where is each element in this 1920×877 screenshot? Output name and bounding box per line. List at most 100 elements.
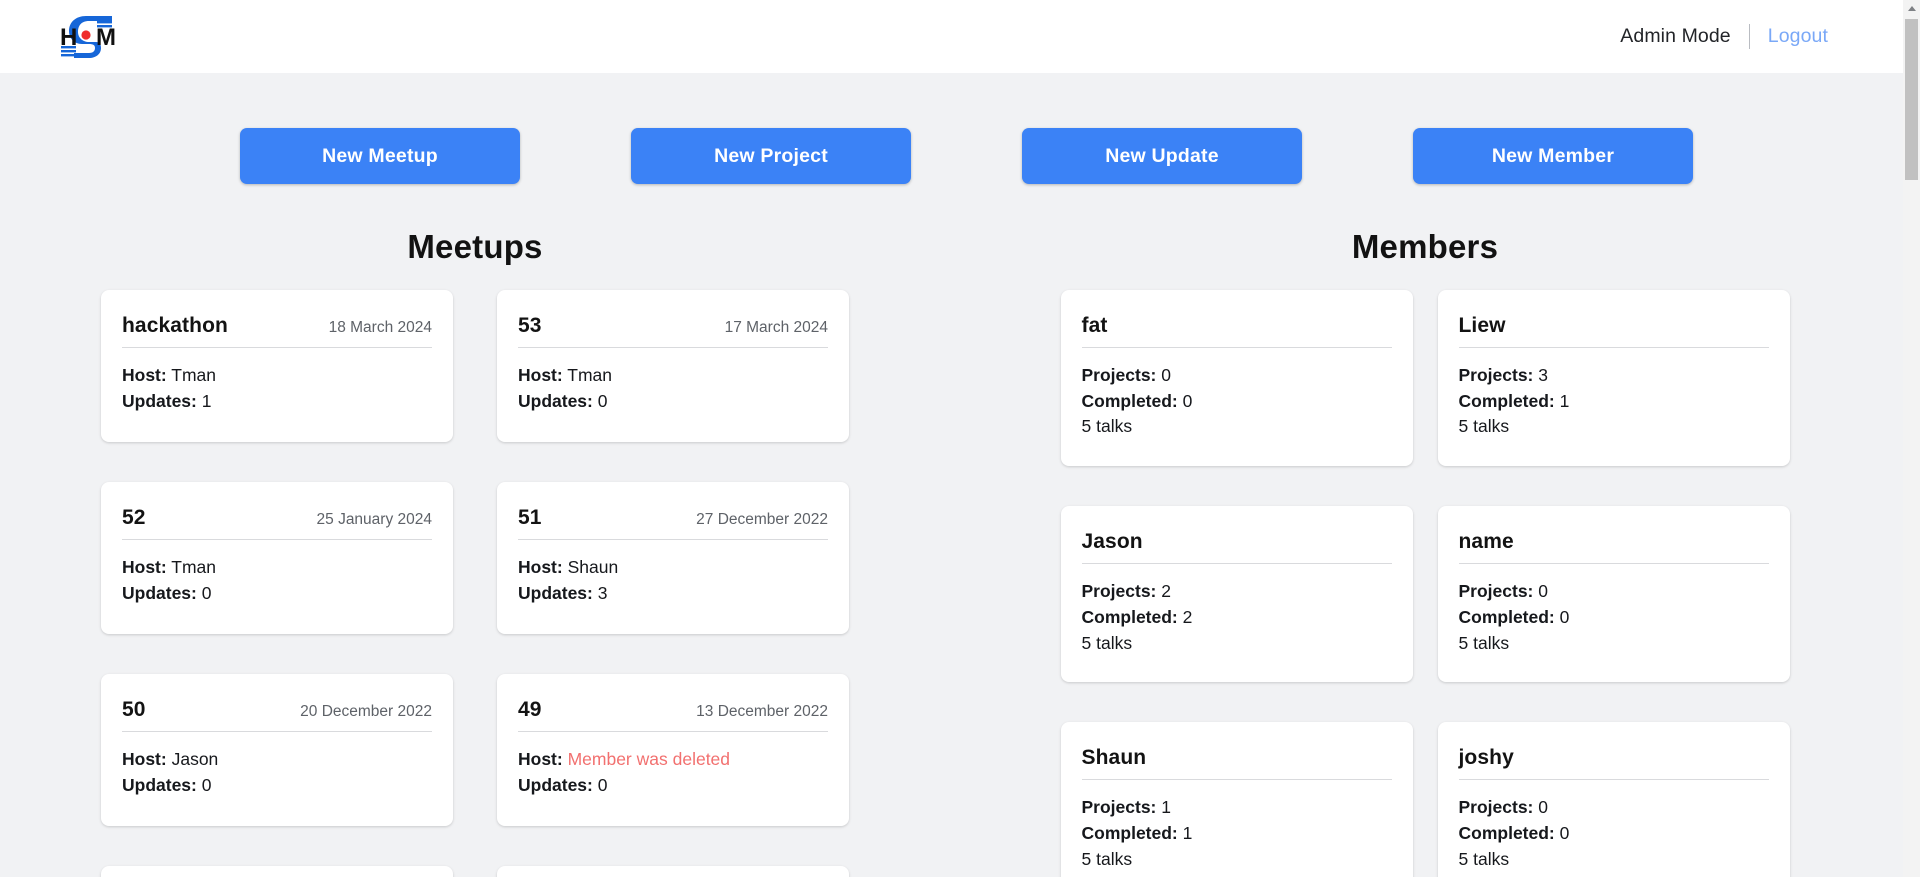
updates-value: 0 <box>592 774 608 795</box>
member-projects-line: Projects: 3 <box>1459 363 1769 389</box>
member-card-name: name <box>1458 530 1514 554</box>
meetup-host-line: Host: Member was deleted <box>518 747 828 773</box>
meetup-card[interactable]: 4729 November 2022 <box>497 866 849 877</box>
meetup-updates-line: Updates: 3 <box>518 581 828 607</box>
host-value: Tman <box>166 365 216 385</box>
projects-label: Projects: <box>1081 797 1157 818</box>
meetup-card-title: 49 <box>518 698 542 721</box>
member-card-body: Projects: 0 Completed: 05 talks <box>1459 564 1769 656</box>
logout-link[interactable]: Logout <box>1750 25 1828 48</box>
updates-value: 0 <box>592 390 608 411</box>
host-label: Host: <box>122 365 167 385</box>
updates-label: Updates: <box>122 390 197 411</box>
meetup-card-body: Host: Tman Updates: 0 <box>518 348 828 414</box>
action-button-row: New Meetup New Project New Update New Me… <box>0 128 1900 184</box>
member-card-header: Jason <box>1081 530 1392 565</box>
svg-text:M: M <box>96 24 116 51</box>
host-value: Shaun <box>562 557 619 577</box>
projects-value: 2 <box>1156 581 1171 602</box>
member-card-body: Projects: 1 Completed: 15 talks <box>1082 780 1392 872</box>
app-logo[interactable]: H M <box>56 11 118 63</box>
host-deleted-value: Member was deleted <box>562 749 731 769</box>
host-label: Host: <box>518 749 563 769</box>
member-card[interactable]: Jason Projects: 2 Completed: 25 talks <box>1060 506 1413 683</box>
projects-value: 0 <box>1533 797 1548 818</box>
meetup-card[interactable]: 53 17 March 2024 Host: Tman Updates: 0 <box>497 290 849 442</box>
meetup-card-date: 20 December 2022 <box>300 703 432 720</box>
meetup-updates-line: Updates: 0 <box>122 773 432 799</box>
updates-label: Updates: <box>122 774 197 795</box>
member-card-body: Projects: 3 Completed: 15 talks <box>1459 348 1769 440</box>
member-card-name: Jason <box>1081 530 1143 554</box>
meetup-card-body: Host: Member was deleted Updates: 0 <box>518 732 828 798</box>
member-card-header: name <box>1458 530 1769 565</box>
member-talks-line: 5 talks <box>1081 416 1133 437</box>
updates-label: Updates: <box>518 582 593 603</box>
host-value: Tman <box>166 557 216 577</box>
host-label: Host: <box>122 557 167 577</box>
host-value: Jason <box>166 749 219 769</box>
meetup-card-title: 53 <box>518 314 542 337</box>
updates-value: 3 <box>592 582 608 603</box>
meetup-updates-line: Updates: 0 <box>518 389 828 415</box>
meetup-card-title: hackathon <box>122 314 228 337</box>
members-column: Members fat Projects: 0 Completed: 05 talk… <box>950 228 1900 877</box>
member-projects-line: Projects: 0 <box>1459 579 1769 605</box>
updates-label: Updates: <box>518 390 593 411</box>
projects-label: Projects: <box>1458 365 1534 385</box>
member-card-name: joshy <box>1458 746 1514 770</box>
admin-mode-label: Admin Mode <box>1620 25 1731 47</box>
meetup-card-date: 18 March 2024 <box>328 319 432 336</box>
completed-label: Completed: <box>1081 823 1178 844</box>
updates-label: Updates: <box>518 774 593 795</box>
member-card[interactable]: joshy Projects: 0 Completed: 05 talks <box>1437 722 1790 877</box>
projects-label: Projects: <box>1081 581 1157 602</box>
new-project-button[interactable]: New Project <box>631 128 911 184</box>
meetup-card[interactable]: hackathon 18 March 2024 Host: Tman Updates:… <box>101 290 453 442</box>
meetup-host-line: Host: Tman <box>518 363 828 389</box>
member-card[interactable]: Shaun Projects: 1 Completed: 15 talks <box>1060 722 1413 877</box>
meetups-heading: Meetups <box>407 228 543 265</box>
meetup-card[interactable]: 50 20 December 2022 Host: Jason Updates: 0 <box>101 674 453 826</box>
projects-label: Projects: <box>1458 581 1534 602</box>
member-completed-line: Completed: 0 <box>1459 821 1769 847</box>
completed-value: 0 <box>1554 823 1570 844</box>
meetup-card-header: 53 17 March 2024 <box>518 314 828 348</box>
header-actions: Admin Mode Logout <box>1620 24 1828 49</box>
meetup-host-line: Host: Tman <box>122 363 432 389</box>
new-member-button[interactable]: New Member <box>1413 128 1693 184</box>
page-scrollbar[interactable] <box>1903 0 1920 877</box>
projects-value: 0 <box>1533 581 1548 602</box>
meetup-card[interactable]: 49 13 December 2022 Host: Member was delet… <box>497 674 849 826</box>
meetup-card-date: 17 March 2024 <box>724 319 828 336</box>
meetup-card[interactable]: 4806 December 2022 <box>101 866 453 877</box>
meetup-host-line: Host: Jason <box>122 747 432 773</box>
meetup-updates-line: Updates: 1 <box>122 389 432 415</box>
updates-value: 0 <box>196 582 212 603</box>
completed-value: 1 <box>1177 823 1193 844</box>
member-card[interactable]: Liew Projects: 3 Completed: 15 talks <box>1437 290 1790 467</box>
svg-text:H: H <box>60 24 77 51</box>
meetup-card-date: 13 December 2022 <box>696 703 828 720</box>
meetup-card[interactable]: 51 27 December 2022 Host: Shaun Updates: 3 <box>497 482 849 634</box>
member-card-header: joshy <box>1458 746 1769 781</box>
host-label: Host: <box>518 365 563 385</box>
member-completed-line: Completed: 1 <box>1082 821 1392 847</box>
member-projects-line: Projects: 2 <box>1082 579 1392 605</box>
new-meetup-button[interactable]: New Meetup <box>240 128 520 184</box>
scroll-up-arrow-icon[interactable] <box>1903 0 1920 17</box>
meetups-column: Meetups hackathon 18 March 2024 Host: Tman… <box>0 228 950 877</box>
meetups-grid: hackathon 18 March 2024 Host: Tman Updates:… <box>101 290 849 877</box>
completed-value: 2 <box>1177 606 1193 627</box>
scrollbar-thumb[interactable] <box>1905 19 1918 180</box>
host-label: Host: <box>518 557 563 577</box>
member-card-body: Projects: 0 Completed: 05 talks <box>1459 780 1769 872</box>
member-card[interactable]: fat Projects: 0 Completed: 05 talks <box>1060 290 1413 467</box>
meetup-card[interactable]: 52 25 January 2024 Host: Tman Updates: 0 <box>101 482 453 634</box>
meetup-card-header: 50 20 December 2022 <box>122 698 432 732</box>
completed-value: 0 <box>1177 390 1193 411</box>
new-update-button[interactable]: New Update <box>1022 128 1302 184</box>
projects-value: 1 <box>1156 797 1171 818</box>
member-projects-line: Projects: 0 <box>1082 363 1392 389</box>
member-card[interactable]: name Projects: 0 Completed: 05 talks <box>1437 506 1790 683</box>
